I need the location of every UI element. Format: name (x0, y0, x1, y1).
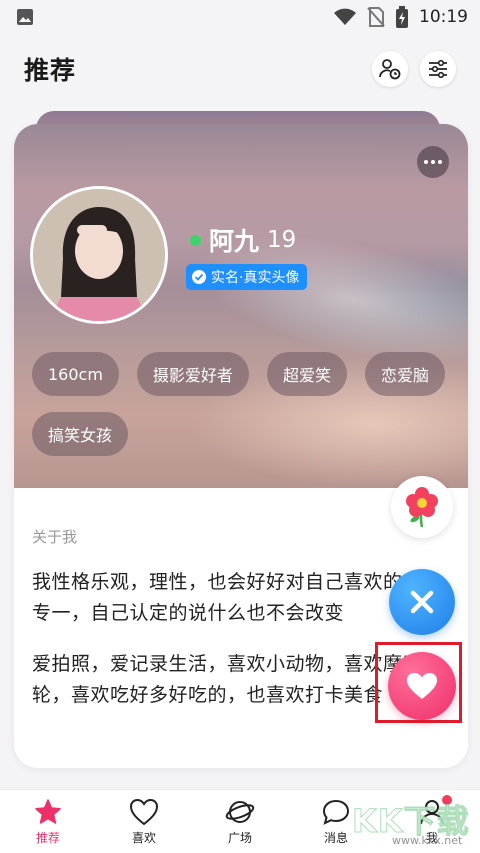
user-age: 19 (267, 227, 297, 253)
star-icon (35, 798, 61, 824)
page-title: 推荐 (24, 56, 77, 85)
name-row: 阿九 19 (190, 222, 296, 258)
nav-label: 喜欢 (131, 830, 156, 845)
more-dot-icon (438, 160, 442, 164)
avatar-portrait (33, 189, 165, 321)
nav-label: 我 (425, 830, 438, 845)
notification-dot (442, 794, 452, 805)
sliders-icon (429, 59, 447, 79)
wifi-icon (334, 8, 356, 25)
chat-bubble-icon (322, 799, 350, 825)
close-icon (410, 590, 434, 614)
bottom-nav: 推荐 喜欢 广场 消息 我 (0, 789, 480, 853)
nav-item-recommend[interactable]: 推荐 (0, 798, 96, 846)
avatar[interactable] (30, 186, 168, 324)
planet-icon (225, 800, 255, 823)
interest-tag: 超爱笑 (266, 352, 347, 396)
heart-outline-icon (129, 798, 159, 825)
status-bar: 10:19 (0, 0, 480, 34)
status-left (16, 8, 34, 26)
nav-label: 推荐 (35, 830, 60, 845)
nav-label: 广场 (227, 830, 252, 845)
status-right: 10:19 (333, 6, 468, 28)
filter-button[interactable] (420, 51, 456, 87)
verified-badge: 实名·真实头像 (186, 264, 308, 290)
more-dot-icon (431, 160, 435, 164)
header: 推荐 (0, 34, 480, 104)
interest-tags: 160cm 摄影爱好者 超爱笑 恋爱脑 搞笑女孩 (32, 352, 452, 456)
nav-item-likes[interactable]: 喜欢 (96, 798, 192, 846)
status-time: 10:19 (419, 7, 468, 27)
battery-charging-icon (396, 6, 408, 28)
nav-item-messages[interactable]: 消息 (288, 798, 384, 846)
interest-tag: 搞笑女孩 (32, 412, 129, 456)
user-name: 阿九 (209, 227, 260, 256)
image-notification-icon (17, 9, 33, 25)
person-clock-icon (379, 59, 401, 80)
no-sim-icon (367, 7, 385, 27)
interest-tag: 摄影爱好者 (136, 352, 249, 396)
flower-icon (406, 487, 438, 528)
more-dot-icon (424, 160, 428, 164)
header-actions (372, 51, 456, 87)
interest-tag: 恋爱脑 (364, 352, 445, 396)
send-flower-button[interactable] (391, 476, 453, 538)
highlight-annotation-box (375, 642, 462, 723)
nav-item-me[interactable]: 我 (384, 794, 480, 846)
verified-label: 实名·真实头像 (211, 270, 300, 286)
online-status-dot (190, 234, 201, 246)
interest-tag: 160cm (32, 352, 119, 396)
skip-button[interactable] (389, 569, 455, 635)
nav-label: 消息 (323, 830, 348, 845)
more-options-button[interactable] (417, 146, 449, 178)
nav-item-plaza[interactable]: 广场 (192, 798, 288, 846)
verified-check-icon (192, 270, 206, 284)
visitor-history-button[interactable] (372, 51, 408, 87)
about-label: 关于我 (32, 528, 78, 546)
